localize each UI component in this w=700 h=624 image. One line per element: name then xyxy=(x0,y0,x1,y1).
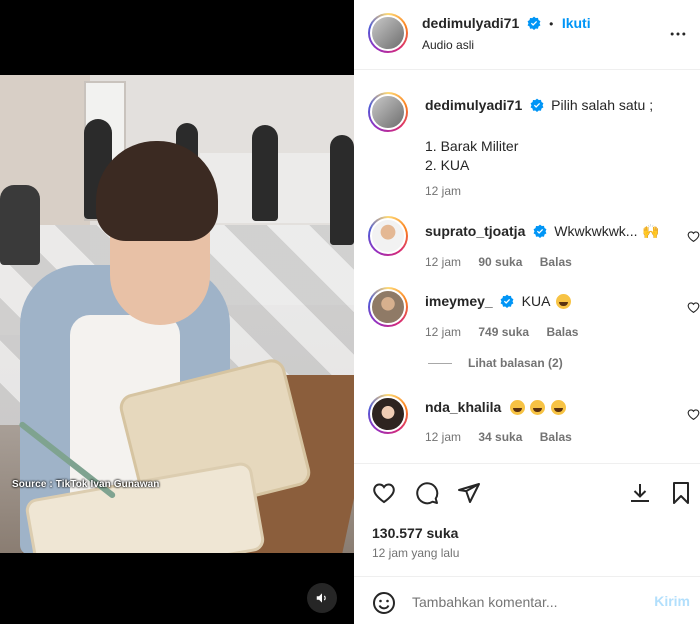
verified-badge-icon xyxy=(500,294,514,308)
emoji-picker-button[interactable] xyxy=(372,591,396,620)
reply-button[interactable]: Balas xyxy=(540,255,572,269)
comment-input[interactable] xyxy=(412,587,642,617)
raised-hands-emoji-icon: 🙌 xyxy=(641,223,660,239)
separator-dot: • xyxy=(549,17,554,31)
mute-button[interactable] xyxy=(307,583,337,613)
comment-time: 12 jam xyxy=(425,430,462,444)
comment-text: Wkwkwkwk... xyxy=(554,223,638,239)
video-player[interactable]: Source : TikTok Ivan Gunawan xyxy=(0,0,354,624)
comment-likes[interactable]: 34 suka xyxy=(478,430,522,444)
comment-item: suprato_tjoatja Wkwkwkwk... 🙌 12 jam 90 … xyxy=(368,216,700,269)
speaker-icon xyxy=(316,593,326,603)
comment-avatar[interactable] xyxy=(368,216,408,256)
post-header: dedimulyadi71 • Ikuti Audio asli xyxy=(354,0,700,70)
comment-button[interactable] xyxy=(415,481,439,510)
verified-badge-icon xyxy=(533,224,547,238)
post-details-panel: dedimulyadi71 • Ikuti Audio asli dedimul… xyxy=(354,0,700,624)
heart-icon xyxy=(373,483,395,504)
laughing-emoji-icon xyxy=(555,294,571,309)
more-options-button[interactable] xyxy=(668,24,688,49)
heart-icon xyxy=(687,231,700,243)
reply-button[interactable]: Balas xyxy=(546,325,578,339)
comment-bubble-icon xyxy=(416,482,439,505)
verified-badge-icon xyxy=(530,98,544,112)
comment-username[interactable]: imeymey_ xyxy=(425,293,493,309)
comment-time: 12 jam xyxy=(425,325,462,339)
comment-avatar[interactable] xyxy=(368,394,408,434)
caption-text-line1: Pilih salah satu ; xyxy=(551,97,654,113)
comment-likes[interactable]: 90 suka xyxy=(478,255,522,269)
post-timestamp[interactable]: 12 jam yang lalu xyxy=(372,546,459,560)
audio-label[interactable]: Audio asli xyxy=(422,38,591,52)
comment-likes[interactable]: 749 suka xyxy=(478,325,529,339)
caption-text-line3: 2. KUA xyxy=(425,157,470,173)
comment-composer: Kirim xyxy=(354,576,700,624)
heart-icon xyxy=(687,409,700,421)
comment-username[interactable]: suprato_tjoatja xyxy=(425,223,525,239)
like-button[interactable] xyxy=(372,481,396,510)
laughing-emoji-icon xyxy=(509,400,525,415)
author-username[interactable]: dedimulyadi71 xyxy=(422,15,519,31)
likes-count[interactable]: 130.577 suka xyxy=(372,525,458,541)
laughing-emoji-icon xyxy=(530,400,546,415)
like-comment-button[interactable] xyxy=(687,408,700,426)
video-bg-person xyxy=(0,185,40,265)
comment-username[interactable]: nda_khalila xyxy=(425,399,501,415)
post-actions: 130.577 suka 12 jam yang lalu xyxy=(354,463,700,575)
share-button[interactable] xyxy=(457,481,481,510)
laughing-emoji-icon xyxy=(550,400,566,415)
comments-list[interactable]: dedimulyadi71 Pilih salah satu ; 1. Bara… xyxy=(354,70,700,463)
bookmark-icon xyxy=(673,482,689,504)
view-replies-label: Lihat balasan (2) xyxy=(468,356,563,370)
verified-badge-icon xyxy=(527,16,541,30)
view-replies-button[interactable]: Lihat balasan (2) xyxy=(428,356,563,370)
more-horizontal-icon xyxy=(670,32,686,36)
caption-text-line2: 1. Barak Militer xyxy=(425,138,519,154)
comment-item: nda_khalila 12 jam 34 suka Balas xyxy=(368,394,700,446)
comment-text: KUA xyxy=(521,293,551,309)
download-icon xyxy=(631,484,649,502)
caption-time: 12 jam xyxy=(425,184,462,198)
video-bg-person xyxy=(252,125,278,221)
comment-time: 12 jam xyxy=(425,255,462,269)
caption-author-avatar[interactable] xyxy=(368,92,408,132)
post-comment-button[interactable]: Kirim xyxy=(654,593,690,609)
comment-item: imeymey_ KUA 12 jam 749 suka Balas xyxy=(368,287,700,339)
post-caption: dedimulyadi71 Pilih salah satu ; 1. Bara… xyxy=(368,92,688,212)
caption-author-username[interactable]: dedimulyadi71 xyxy=(425,97,522,113)
author-info: dedimulyadi71 • Ikuti Audio asli xyxy=(422,15,591,52)
like-comment-button[interactable] xyxy=(687,230,700,248)
video-source-caption: Source : TikTok Ivan Gunawan xyxy=(12,479,160,490)
video-bg-person xyxy=(330,135,354,245)
view-replies-line xyxy=(428,362,452,364)
video-frame[interactable]: Source : TikTok Ivan Gunawan xyxy=(0,75,354,553)
heart-icon xyxy=(687,302,700,314)
paper-plane-icon xyxy=(458,483,480,503)
author-avatar[interactable] xyxy=(368,13,408,53)
reply-button[interactable]: Balas xyxy=(540,430,572,444)
save-button[interactable] xyxy=(670,481,692,510)
smiley-icon xyxy=(373,592,395,614)
download-button[interactable] xyxy=(628,481,652,510)
follow-button[interactable]: Ikuti xyxy=(562,15,591,31)
comment-avatar[interactable] xyxy=(368,287,408,327)
like-comment-button[interactable] xyxy=(687,301,700,319)
